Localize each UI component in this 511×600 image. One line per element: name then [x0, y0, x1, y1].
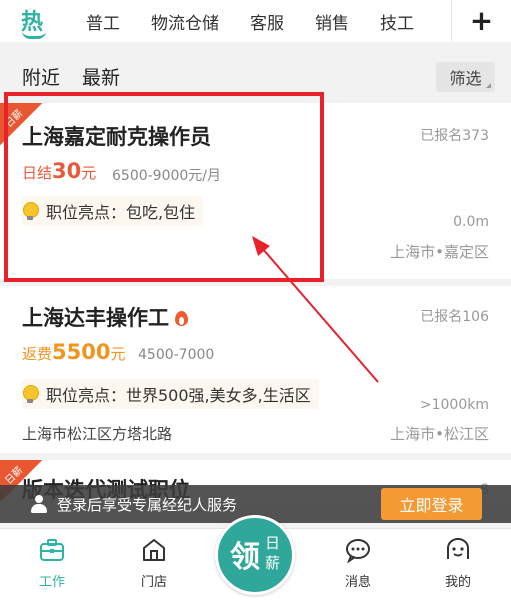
signup-count: 已报名373	[420, 128, 489, 144]
nav-work-label: 工作	[38, 575, 65, 590]
home-icon	[143, 539, 165, 561]
nav-work[interactable]: 工作	[22, 537, 82, 590]
nav-mine-label: 我的	[444, 575, 471, 590]
briefcase-icon	[40, 539, 64, 561]
lightbulb-icon	[22, 384, 39, 404]
tab-sales[interactable]: 销售	[315, 9, 349, 34]
address: 上海市松江区方塔北路	[22, 425, 173, 443]
signup-count: 已报名106	[420, 309, 489, 325]
tab-technician[interactable]: 技工	[380, 9, 414, 34]
user-face-icon	[447, 538, 469, 559]
category-tab-bar: 热 普工 物流仓储 客服 销售 技工 +	[0, 0, 511, 42]
pay-label: 返费	[22, 345, 53, 363]
salary-range: 4500-7000	[138, 347, 215, 363]
chat-bubble-icon	[346, 539, 370, 564]
job-highlight: 职位亮点：世界500强,美女多,生活区	[22, 379, 319, 409]
login-button[interactable]: 立即登录	[381, 488, 482, 520]
tab-nearby[interactable]: 附近	[22, 63, 60, 90]
nav-messages-label: 消息	[344, 575, 371, 590]
nav-mine[interactable]: 我的	[428, 537, 488, 590]
tab-latest[interactable]: 最新	[82, 63, 120, 90]
filter-button[interactable]: 筛选	[436, 62, 495, 92]
annotation-highlight-box	[4, 92, 324, 282]
hot-underline-icon	[22, 31, 46, 39]
distance: >1000km	[419, 397, 489, 413]
tab-general-worker[interactable]: 普工	[86, 9, 120, 34]
highlight-text: 职位亮点：世界500强,美女多,生活区	[46, 386, 311, 405]
daily-pay-center-button[interactable]: 领 日 薪	[215, 515, 295, 595]
nav-store[interactable]: 门店	[124, 537, 184, 590]
tab-logistics[interactable]: 物流仓储	[151, 9, 219, 34]
person-icon	[29, 494, 49, 514]
location: 上海市•嘉定区	[390, 243, 489, 261]
job-title-text: 上海达丰操作工	[22, 306, 169, 330]
center-sub-label: 薪	[265, 554, 281, 572]
tab-customer-service[interactable]: 客服	[250, 9, 284, 34]
job-card[interactable]: 上海达丰操作工 已报名106 返费5500元 4500-7000 职位亮点：世界…	[0, 286, 511, 453]
pay-amount: 5500	[52, 340, 111, 364]
pay-tag: 返费5500元	[22, 340, 125, 364]
job-title: 上海达丰操作工	[22, 302, 188, 332]
bottom-nav: 工作 门店 领 日 薪 消息 我的	[0, 515, 511, 600]
distance: 0.0m	[453, 214, 489, 230]
login-prompt: 登录后享受专属经纪人服务	[57, 495, 238, 514]
center-main-label: 领	[230, 540, 260, 575]
plus-icon: +	[469, 4, 494, 37]
center-sub-label: 日	[265, 534, 281, 552]
location: 上海市•松江区	[390, 425, 489, 443]
pay-unit: 元	[110, 345, 126, 363]
nav-store-label: 门店	[140, 575, 167, 590]
nav-messages[interactable]: 消息	[328, 537, 388, 590]
fire-icon	[175, 309, 188, 326]
add-category-button[interactable]: +	[451, 0, 511, 42]
tab-hot[interactable]: 热	[0, 0, 58, 42]
